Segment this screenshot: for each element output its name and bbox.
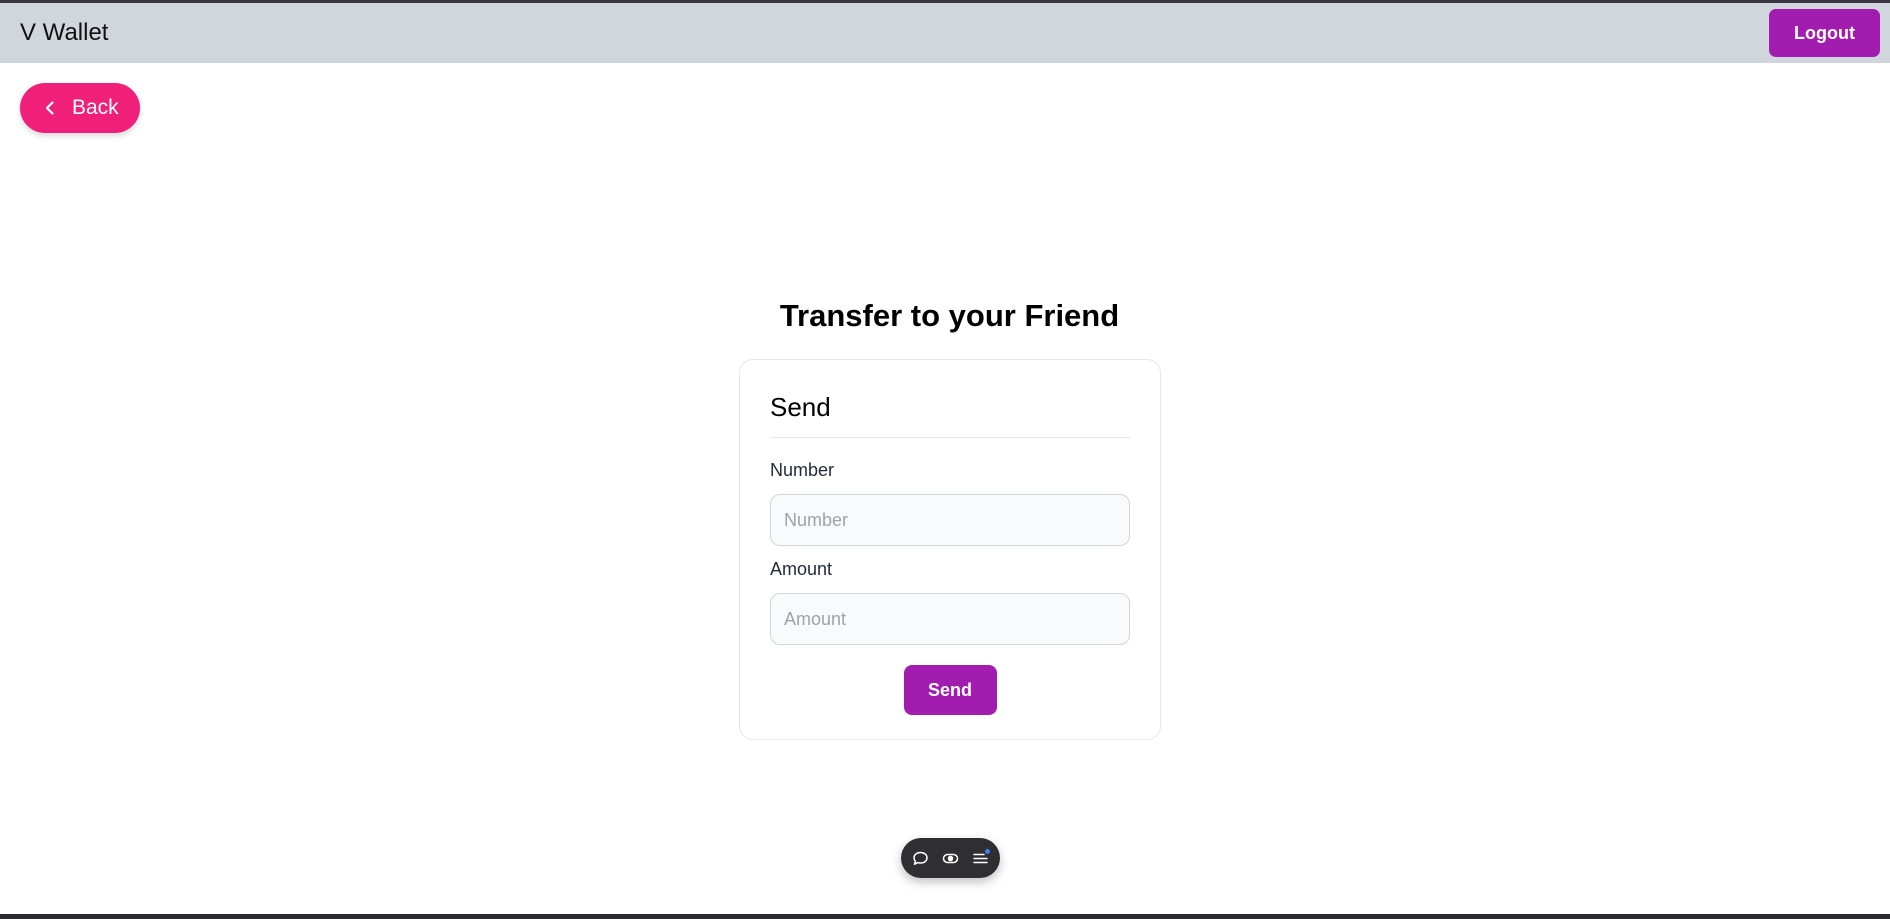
chevron-left-icon — [42, 100, 58, 116]
card-title: Send — [770, 360, 1130, 438]
send-button[interactable]: Send — [903, 665, 997, 715]
toggle-eye-icon[interactable] — [942, 850, 959, 867]
page-title: Transfer to your Friend — [779, 298, 1120, 333]
number-input[interactable] — [770, 494, 1130, 546]
brand-title: V Wallet — [20, 19, 109, 46]
amount-input[interactable] — [770, 593, 1130, 645]
back-button-label: Back — [72, 96, 119, 119]
menu-list-icon[interactable] — [972, 848, 990, 867]
amount-label: Amount — [770, 559, 833, 579]
window-bottom-border — [0, 914, 1890, 919]
back-button[interactable]: Back — [20, 83, 140, 133]
notification-dot — [985, 848, 990, 854]
chat-bubble-icon[interactable] — [912, 850, 929, 867]
floating-toolbar — [901, 838, 1000, 878]
number-label: Number — [770, 460, 835, 480]
logout-button[interactable]: Logout — [1769, 9, 1880, 57]
navbar: V Wallet Logout — [0, 3, 1890, 63]
send-card: Send Number Amount Send — [739, 359, 1161, 740]
